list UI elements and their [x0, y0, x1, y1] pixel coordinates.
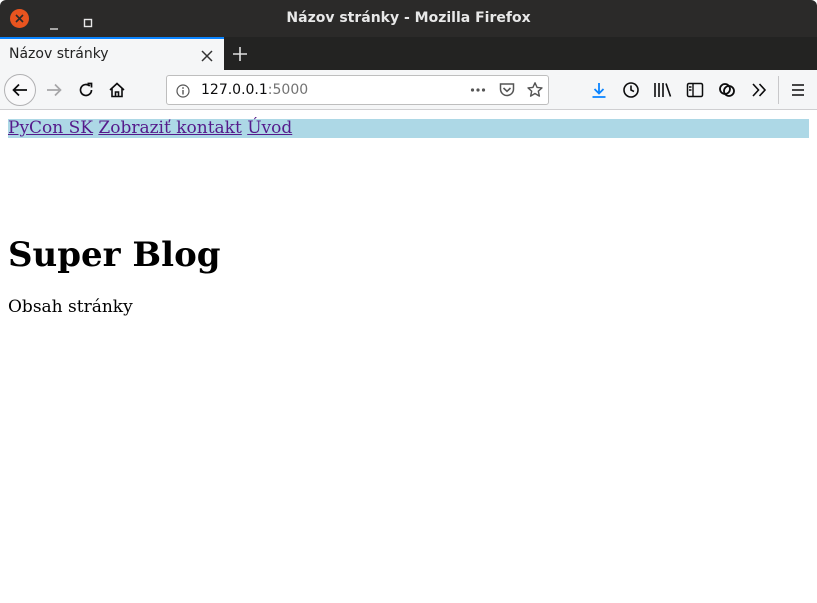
sidebar-icon: [686, 82, 704, 98]
clock-icon: [623, 82, 639, 98]
sidebar-button[interactable]: [685, 80, 705, 100]
download-icon: [592, 83, 606, 98]
url-host: 127.0.0.1: [201, 82, 268, 98]
tab-strip: Názov stránky: [0, 37, 817, 70]
nav-link-pycon-sk[interactable]: PyCon SK: [8, 118, 93, 138]
overflow-menu-button[interactable]: [749, 80, 769, 100]
downloads-button[interactable]: [589, 80, 609, 100]
main-menu-button[interactable]: [788, 80, 808, 100]
star-icon: [527, 82, 543, 97]
back-button[interactable]: [4, 74, 36, 106]
reload-button[interactable]: [72, 76, 100, 104]
tab-active[interactable]: Názov stránky: [0, 37, 224, 70]
page-body-text: Obsah stránky: [8, 297, 133, 317]
plus-icon: [233, 47, 247, 61]
back-arrow-icon: [12, 83, 27, 97]
more-dots-icon: [470, 88, 486, 92]
hamburger-menu-icon: [792, 84, 804, 96]
home-icon: [109, 82, 125, 98]
tab-label: Názov stránky: [9, 46, 109, 62]
pocket-icon: [499, 83, 515, 97]
info-icon: [176, 84, 190, 98]
bookmark-star-button[interactable]: [526, 81, 544, 99]
nav-link-contact[interactable]: Zobraziť kontakt: [98, 118, 241, 138]
library-button[interactable]: [653, 80, 673, 100]
navigation-toolbar: 127.0.0.1:5000: [0, 70, 817, 110]
page-actions-button[interactable]: [469, 81, 487, 99]
url-text[interactable]: 127.0.0.1:5000: [201, 82, 308, 98]
library-icon: [654, 83, 672, 97]
reload-icon: [79, 82, 93, 97]
close-icon: [201, 50, 213, 62]
pocket-button[interactable]: [498, 81, 516, 99]
sync-icon: [719, 83, 735, 97]
tab-close-button[interactable]: [200, 48, 214, 62]
home-button[interactable]: [103, 76, 131, 104]
double-chevron-icon: [752, 83, 767, 97]
page-content: PyCon SK Zobraziť kontakt Úvod Super Blo…: [0, 111, 817, 603]
url-port: :5000: [267, 82, 309, 98]
url-bar[interactable]: 127.0.0.1:5000: [166, 75, 549, 105]
forward-arrow-icon: [47, 83, 62, 97]
sync-button[interactable]: [717, 80, 737, 100]
site-navigation: PyCon SK Zobraziť kontakt Úvod: [8, 119, 809, 138]
forward-button[interactable]: [40, 76, 68, 104]
window-title: Názov stránky - Mozilla Firefox: [286, 10, 531, 26]
window-titlebar: Názov stránky - Mozilla Firefox: [0, 0, 817, 37]
toolbar-separator: [778, 76, 779, 104]
nav-link-home[interactable]: Úvod: [247, 118, 292, 138]
new-tab-button[interactable]: [231, 45, 249, 63]
site-info-button[interactable]: [176, 83, 190, 98]
page-heading: Super Blog: [8, 235, 221, 275]
history-button[interactable]: [621, 80, 641, 100]
